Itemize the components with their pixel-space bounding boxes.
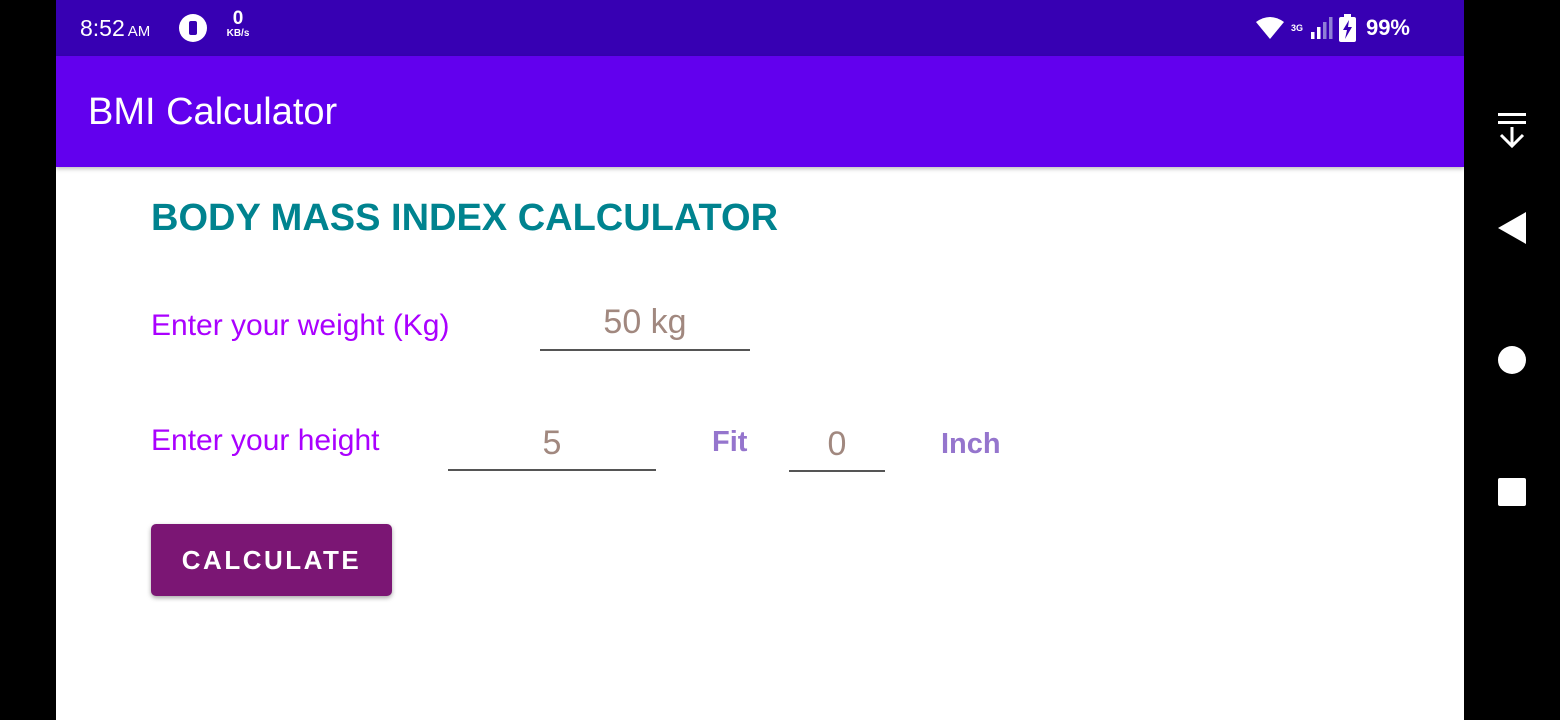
cell-signal-icon <box>1310 17 1333 39</box>
status-time: 8:52 AM <box>80 15 150 42</box>
collapse-button[interactable] <box>1464 110 1560 150</box>
page-heading: BODY MASS INDEX CALCULATOR <box>151 197 779 239</box>
navigation-bar <box>1464 0 1560 720</box>
app-bar: BMI Calculator <box>56 56 1464 167</box>
app-title: BMI Calculator <box>88 91 338 133</box>
app-screen: 8:52 AM 0 KB/s 3G 99% BMI Calculator BOD… <box>56 0 1464 720</box>
wifi-icon <box>1255 17 1284 39</box>
status-time-value: 8:52 <box>80 15 125 41</box>
home-icon <box>1498 346 1526 374</box>
left-bezel <box>0 0 56 720</box>
home-button[interactable] <box>1464 340 1560 380</box>
weight-label: Enter your weight (Kg) <box>151 309 450 342</box>
recents-icon <box>1498 478 1526 506</box>
calculate-button[interactable]: CALCULATE <box>151 524 392 596</box>
status-time-ampm: AM <box>127 23 151 40</box>
app-notification-icon <box>179 14 207 42</box>
battery-percent: 99% <box>1365 15 1410 40</box>
height-inch-input[interactable] <box>789 418 885 472</box>
height-label: Enter your height <box>151 424 380 457</box>
recents-button[interactable] <box>1464 472 1560 512</box>
back-icon <box>1498 212 1526 244</box>
network-speed: 0 KB/s <box>221 9 255 39</box>
battery-charging-icon <box>1338 14 1356 42</box>
height-feet-input[interactable] <box>448 418 656 471</box>
network-type: 3G <box>1290 23 1303 33</box>
status-bar: 8:52 AM 0 KB/s 3G 99% <box>56 0 1464 56</box>
network-speed-unit: KB/s <box>226 28 250 39</box>
inch-unit-label: Inch <box>941 428 1001 460</box>
feet-unit-label: Fit <box>712 426 748 458</box>
status-icons: 3G 99% <box>1255 12 1410 44</box>
weight-input[interactable] <box>540 296 750 351</box>
collapse-icon <box>1498 113 1526 149</box>
back-button[interactable] <box>1464 208 1560 248</box>
network-speed-value: 0 <box>232 8 244 29</box>
